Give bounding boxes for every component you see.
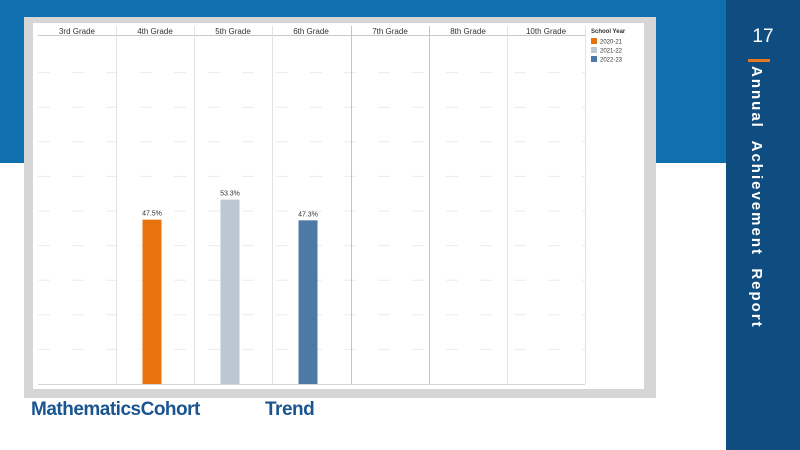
data-label: 47.5% (142, 211, 162, 218)
category-label: 6th Grade (293, 27, 329, 36)
legend-title: School Year (591, 29, 626, 35)
bar (220, 199, 240, 384)
legend-swatch (591, 56, 597, 62)
caption-subject: MathematicsCohort (31, 399, 200, 420)
category-label: 5th Grade (215, 27, 251, 36)
report-title: Annual Achievement Report (748, 66, 765, 329)
category-label: 10th Grade (526, 27, 567, 36)
caption-trend: Trend (265, 399, 315, 420)
legend-swatch (591, 38, 597, 44)
page-number: 17 (752, 26, 774, 47)
bar (298, 220, 318, 384)
legend-swatch (591, 47, 597, 53)
bar (142, 219, 162, 384)
category-label: 3rd Grade (59, 27, 96, 36)
legend-label: 2022-23 (600, 58, 623, 64)
data-label: 53.3% (220, 191, 240, 198)
category-label: 4th Grade (137, 27, 173, 36)
data-label: 47.3% (298, 211, 318, 218)
accent-divider (748, 59, 770, 62)
category-label: 8th Grade (450, 27, 486, 36)
legend-label: 2021-22 (600, 49, 623, 55)
side-panel: 17 Annual Achievement Report (726, 0, 800, 450)
cohort-chart: 3rd Grade 4th Grade 5th Grade 6th Grade 7th … (38, 26, 626, 385)
category-label: 7th Grade (372, 27, 408, 36)
legend-label: 2020-21 (600, 40, 623, 46)
chart-card: 3rd Grade 4th Grade 5th Grade 6th Grade 7th … (33, 23, 644, 389)
